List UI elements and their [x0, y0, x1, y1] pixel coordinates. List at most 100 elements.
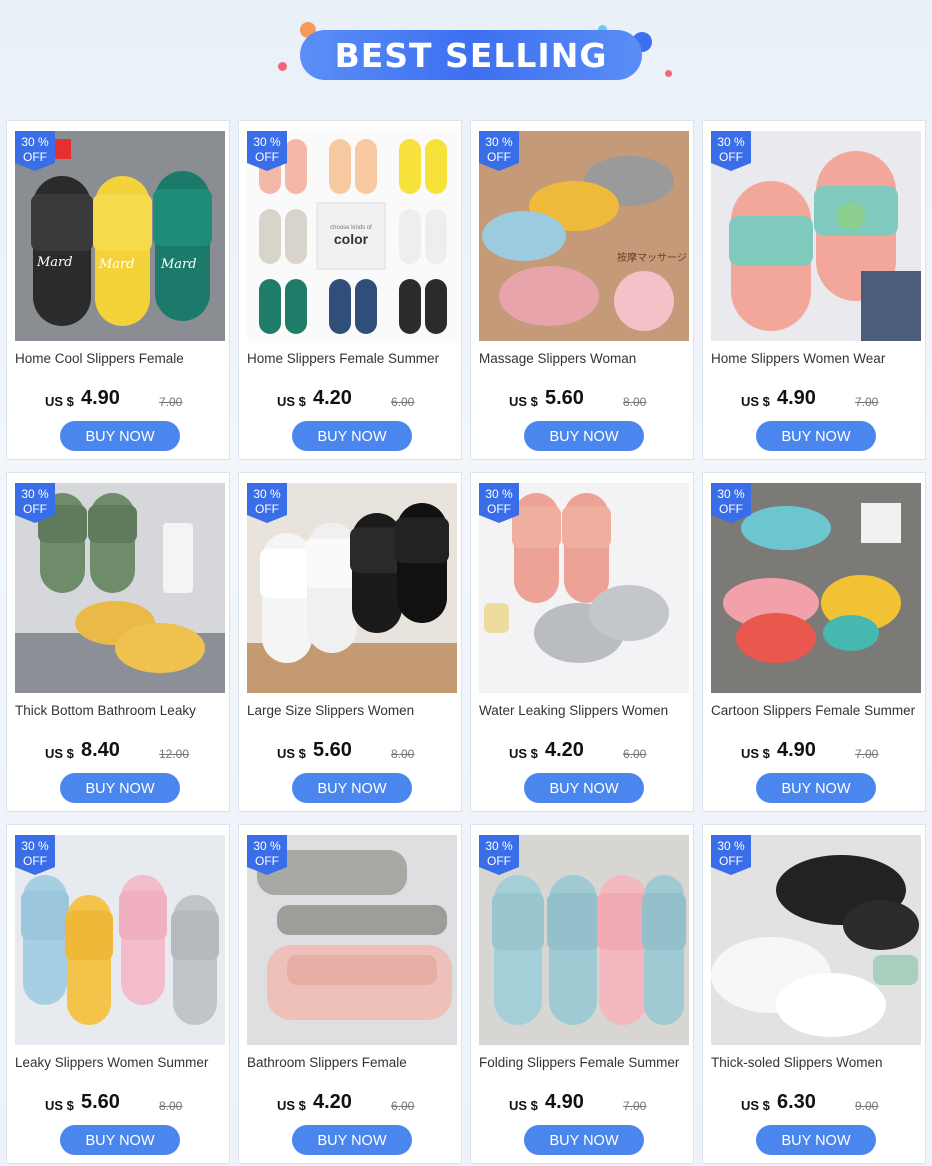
discount-badge: 30 % OFF [711, 483, 751, 523]
discount-percent: 30 % [485, 135, 513, 149]
sale-price: 5.60 [545, 387, 584, 409]
buy-now-button[interactable]: BUY NOW [756, 421, 876, 451]
discount-percent: 30 % [717, 487, 745, 501]
buy-now-button[interactable]: BUY NOW [60, 421, 180, 451]
discount-off: OFF [719, 854, 743, 868]
buy-now-button[interactable]: BUY NOW [292, 1125, 412, 1155]
discount-percent: 30 % [717, 839, 745, 853]
price-row: US $ 4.90 7.00 [7, 387, 231, 413]
original-price: 7.00 [159, 395, 183, 409]
currency: US $ [509, 746, 538, 761]
discount-badge: 30 % OFF [15, 835, 55, 875]
sale-price: 8.40 [81, 739, 120, 761]
product-card[interactable]: Mard Mard Mard 30 % OFF Home Cool Slippe… [6, 120, 230, 460]
discount-badge: 30 % OFF [479, 483, 519, 523]
product-title[interactable]: Home Cool Slippers Female [15, 351, 227, 366]
product-card[interactable]: 30 % OFF Thick-soled Slippers Women US $… [702, 824, 926, 1164]
discount-percent: 30 % [253, 135, 281, 149]
discount-off: OFF [719, 150, 743, 164]
product-card[interactable]: 30 % OFF Home Slippers Women Wear US $ 4… [702, 120, 926, 460]
discount-off: OFF [487, 502, 511, 516]
decor-dot [665, 70, 672, 77]
product-title[interactable]: Massage Slippers Woman [479, 351, 691, 366]
discount-percent: 30 % [21, 487, 49, 501]
product-title[interactable]: Leaky Slippers Women Summer [15, 1055, 227, 1070]
sale-price: 5.60 [81, 1091, 120, 1113]
price-row: US $ 8.40 12.00 [7, 739, 231, 765]
price-row: US $ 5.60 8.00 [7, 1091, 231, 1117]
currency: US $ [277, 394, 306, 409]
price-row: US $ 4.20 6.00 [239, 387, 463, 413]
product-title[interactable]: Bathroom Slippers Female [247, 1055, 459, 1070]
product-title[interactable]: Folding Slippers Female Summer [479, 1055, 691, 1070]
buy-now-button[interactable]: BUY NOW [292, 421, 412, 451]
currency: US $ [741, 746, 770, 761]
sale-price: 4.20 [313, 387, 352, 409]
svg-text:color: color [334, 231, 369, 247]
discount-badge: 30 % OFF [15, 131, 55, 171]
buy-now-button[interactable]: BUY NOW [524, 421, 644, 451]
sale-price: 4.90 [777, 387, 816, 409]
product-title[interactable]: Cartoon Slippers Female Summer [711, 703, 923, 718]
discount-badge: 30 % OFF [247, 835, 287, 875]
product-title[interactable]: Thick Bottom Bathroom Leaky [15, 703, 227, 718]
header: BEST SELLING [0, 0, 932, 118]
product-card[interactable]: 30 % OFF Leaky Slippers Women Summer US … [6, 824, 230, 1164]
product-card[interactable]: 30 % OFF Thick Bottom Bathroom Leaky US … [6, 472, 230, 812]
price-row: US $ 6.30 9.00 [703, 1091, 927, 1117]
buy-now-button[interactable]: BUY NOW [60, 1125, 180, 1155]
currency: US $ [741, 1098, 770, 1113]
buy-now-button[interactable]: BUY NOW [524, 773, 644, 803]
discount-badge: 30 % OFF [479, 131, 519, 171]
discount-off: OFF [255, 854, 279, 868]
discount-off: OFF [487, 150, 511, 164]
buy-now-button[interactable]: BUY NOW [524, 1125, 644, 1155]
product-title[interactable]: Thick-soled Slippers Women [711, 1055, 923, 1070]
currency: US $ [277, 1098, 306, 1113]
buy-now-button[interactable]: BUY NOW [756, 1125, 876, 1155]
currency: US $ [509, 1098, 538, 1113]
original-price: 8.00 [391, 747, 415, 761]
discount-percent: 30 % [253, 839, 281, 853]
discount-badge: 30 % OFF [711, 835, 751, 875]
product-card[interactable]: 30 % OFF Water Leaking Slippers Women US… [470, 472, 694, 812]
sale-price: 4.90 [81, 387, 120, 409]
currency: US $ [45, 394, 74, 409]
product-card[interactable]: 按摩マッサージ 30 % OFF Massage Slippers Woman … [470, 120, 694, 460]
discount-off: OFF [23, 854, 47, 868]
original-price: 6.00 [391, 1099, 415, 1113]
sale-price: 5.60 [313, 739, 352, 761]
product-card[interactable]: 30 % OFF Cartoon Slippers Female Summer … [702, 472, 926, 812]
original-price: 8.00 [623, 395, 647, 409]
original-price: 8.00 [159, 1099, 183, 1113]
original-price: 9.00 [855, 1099, 879, 1113]
product-title[interactable]: Home Slippers Women Wear [711, 351, 923, 366]
discount-percent: 30 % [485, 487, 513, 501]
buy-now-button[interactable]: BUY NOW [292, 773, 412, 803]
discount-badge: 30 % OFF [15, 483, 55, 523]
product-card[interactable]: 30 % OFF Folding Slippers Female Summer … [470, 824, 694, 1164]
product-title[interactable]: Water Leaking Slippers Women [479, 703, 691, 718]
discount-off: OFF [487, 854, 511, 868]
price-row: US $ 4.20 6.00 [471, 739, 695, 765]
original-price: 7.00 [855, 395, 879, 409]
price-row: US $ 5.60 8.00 [239, 739, 463, 765]
discount-percent: 30 % [485, 839, 513, 853]
original-price: 7.00 [623, 1099, 647, 1113]
currency: US $ [45, 746, 74, 761]
price-row: US $ 5.60 8.00 [471, 387, 695, 413]
buy-now-button[interactable]: BUY NOW [756, 773, 876, 803]
product-card[interactable]: choose kinds of color 30 % OFF Home Slip… [238, 120, 462, 460]
discount-off: OFF [719, 502, 743, 516]
discount-percent: 30 % [717, 135, 745, 149]
buy-now-button[interactable]: BUY NOW [60, 773, 180, 803]
product-title[interactable]: Large Size Slippers Women [247, 703, 459, 718]
original-price: 6.00 [391, 395, 415, 409]
sale-price: 6.30 [777, 1091, 816, 1113]
product-title[interactable]: Home Slippers Female Summer [247, 351, 459, 366]
sale-price: 4.90 [777, 739, 816, 761]
product-card[interactable]: 30 % OFF Bathroom Slippers Female US $ 4… [238, 824, 462, 1164]
decor-dot [278, 62, 287, 71]
discount-badge: 30 % OFF [247, 483, 287, 523]
product-card[interactable]: 30 % OFF Large Size Slippers Women US $ … [238, 472, 462, 812]
